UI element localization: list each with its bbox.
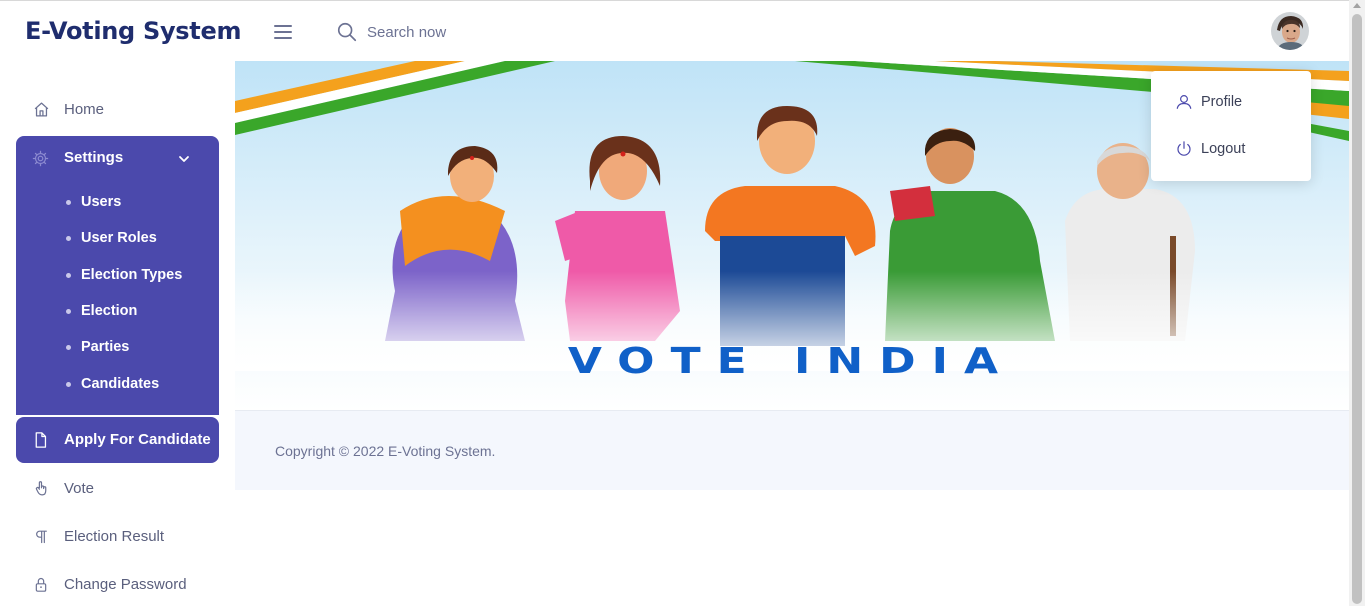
avatar[interactable] <box>1271 12 1309 50</box>
sidebar-subitem-label: Candidates <box>81 376 160 392</box>
sidebar-subitem-users[interactable]: Users <box>66 190 121 214</box>
power-icon <box>1177 141 1191 156</box>
top-navbar: E-Voting System <box>0 0 1349 61</box>
lock-icon <box>32 575 50 593</box>
scroll-up-icon[interactable] <box>1353 3 1361 8</box>
scrollbar-thumb[interactable] <box>1352 14 1362 604</box>
search-input[interactable] <box>367 23 567 41</box>
sidebar-item-apply-for-candidate[interactable]: Apply For Candidate <box>16 417 219 463</box>
sidebar-item-change-password[interactable]: Change Password <box>16 562 219 606</box>
sidebar-subitem-parties[interactable]: Parties <box>66 335 129 359</box>
sidebar-subitem-label: Election Types <box>81 267 183 283</box>
vertical-scrollbar[interactable] <box>1349 0 1365 606</box>
user-icon <box>1176 95 1192 109</box>
document-icon <box>32 431 49 453</box>
sidebar-item-vote[interactable]: Vote <box>16 466 219 510</box>
sidebar-item-label: Election Result <box>64 527 165 545</box>
logout-label: Logout <box>1201 141 1246 157</box>
sidebar-item-settings[interactable]: Settings <box>16 136 219 180</box>
logout-menu-item[interactable]: Logout <box>1175 138 1245 160</box>
sidebar-subitem-candidates[interactable]: Candidates <box>66 372 159 396</box>
brand-title[interactable]: E-Voting System <box>25 17 241 45</box>
banner-headline: VOTE INDIA <box>567 341 1015 382</box>
search-icon <box>337 22 357 42</box>
sidebar-subitem-user-roles[interactable]: User Roles <box>66 226 157 250</box>
search-bar <box>336 21 567 43</box>
footer: Copyright © 2022 E-Voting System. <box>235 410 1349 490</box>
home-icon <box>32 100 50 118</box>
sidebar-item-election-result[interactable]: Election Result <box>16 514 219 558</box>
profile-menu-item[interactable]: Profile <box>1175 91 1242 113</box>
user-dropdown-menu: Profile Logout <box>1151 71 1311 181</box>
sidebar-subitem-label: Users <box>81 194 122 210</box>
sidebar-subitem-election[interactable]: Election <box>66 299 137 323</box>
sidebar-subitem-label: Parties <box>81 339 130 355</box>
chevron-down-icon <box>178 152 190 169</box>
sidebar-item-home[interactable]: Home <box>16 87 219 131</box>
hand-pointer-icon <box>32 479 50 497</box>
profile-label: Profile <box>1201 94 1243 110</box>
sidebar-subitem-election-types[interactable]: Election Types <box>66 263 182 287</box>
sidebar-subitem-label: User Roles <box>81 230 157 246</box>
sidebar-item-label: Apply For Candidate <box>64 431 211 448</box>
copyright-text: Copyright © 2022 E-Voting System. <box>275 443 496 459</box>
paragraph-icon <box>32 527 50 545</box>
gear-icon <box>32 150 49 171</box>
sidebar-item-label: Vote <box>64 479 95 497</box>
sidebar-subitem-label: Election <box>81 303 138 319</box>
menu-toggle-icon[interactable] <box>274 25 292 39</box>
sidebar-item-label: Change Password <box>64 575 187 593</box>
sidebar-item-label: Home <box>64 100 105 118</box>
sidebar-item-label: Settings <box>64 149 124 166</box>
